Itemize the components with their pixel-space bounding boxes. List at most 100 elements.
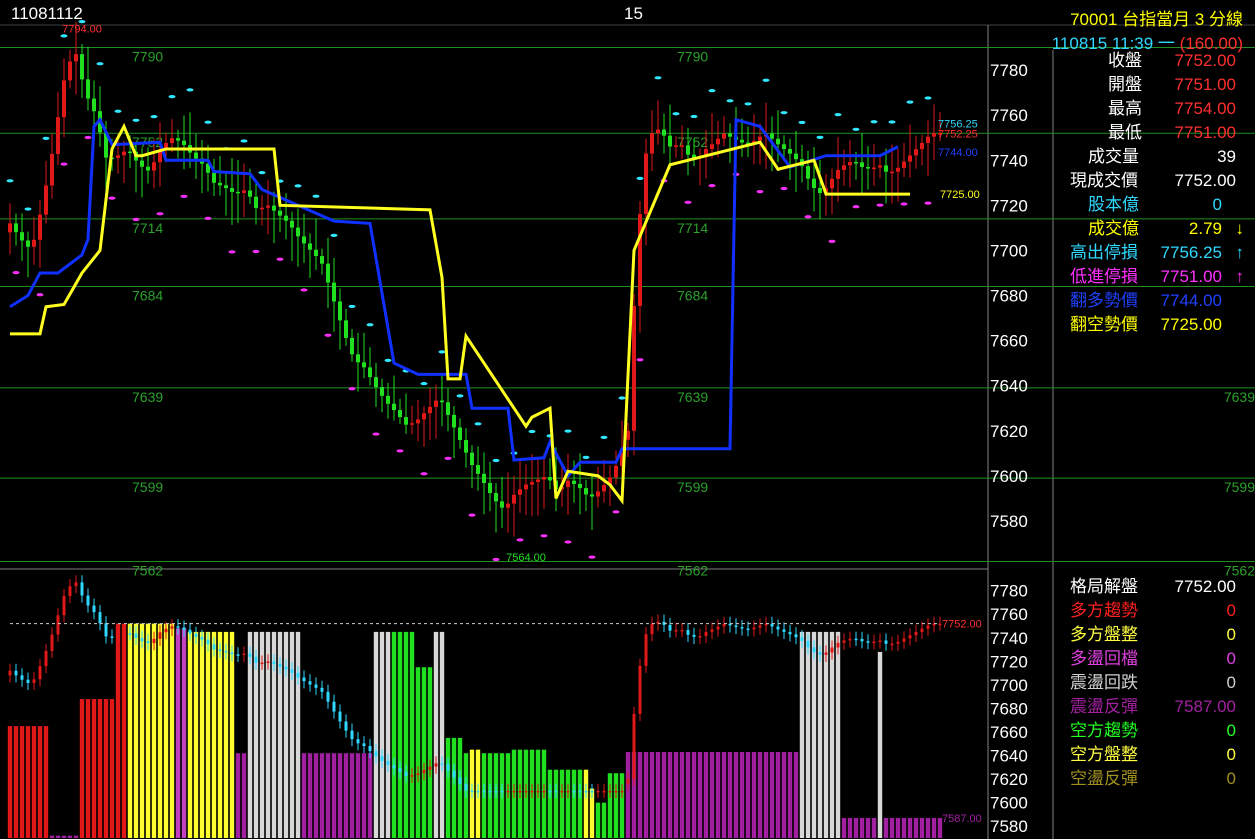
stop-high-marker (564, 429, 572, 433)
level-label: 7639 (1224, 389, 1255, 405)
mini-candle-body (344, 721, 348, 731)
pattern_panel-label: 空方盤整 (1070, 745, 1138, 764)
mini-candle-body (848, 638, 852, 641)
pattern-bar (769, 752, 775, 838)
pattern-bar (547, 769, 553, 838)
pattern-bar (13, 726, 19, 838)
mini-candle-body (236, 654, 240, 656)
mini-candle-body (674, 629, 678, 632)
pattern-bar (877, 651, 883, 838)
mini-candle-body (296, 672, 300, 678)
pattern-bar (613, 773, 619, 838)
pattern-bar (223, 631, 229, 838)
mini-candle-body (302, 677, 306, 682)
candle-body (836, 169, 840, 179)
quote_panel-row: 成交億 2.79 ↓ (1058, 218, 1248, 240)
quote_panel-row: 最高 7754.00 (1058, 98, 1248, 120)
stop-high-marker (600, 435, 608, 439)
candle-body (146, 166, 150, 171)
candle-body (314, 249, 318, 257)
stop-high-marker (24, 207, 32, 211)
level-label: 7714 (132, 220, 163, 236)
quote_panel-value: 7751.00 (1174, 75, 1236, 94)
y-tick-label: 7720 (990, 196, 1028, 215)
pattern-bar (907, 817, 913, 838)
mini-candle-body (818, 652, 822, 655)
pattern-bar (229, 631, 235, 838)
mini-candle-body (380, 756, 384, 761)
stop-high-marker (852, 127, 860, 131)
pattern-bar (307, 753, 313, 838)
mini-candle-body (470, 790, 474, 793)
pattern-bottom-label: 7587.00 (942, 813, 982, 825)
mini-candle-body (608, 790, 612, 793)
quote_panel-value: 0 (1212, 195, 1222, 214)
stop-high-marker (744, 102, 752, 106)
quote_panel-row: 低進停損 7751.00 ↑ (1058, 266, 1248, 288)
mini-candle-body (434, 763, 438, 767)
stop-low-marker (516, 538, 524, 542)
candle-body (368, 367, 372, 378)
candle-body (242, 190, 246, 194)
quote_panel-label: 收盤 (1108, 51, 1142, 70)
mini-candle-body (518, 790, 522, 793)
quote_panel-row: 股本億 0 (1058, 194, 1248, 216)
pattern-bar (451, 737, 457, 838)
candle-body (32, 239, 36, 247)
candle-body (128, 151, 132, 154)
mini-candle-body (128, 633, 132, 635)
pattern_panel-row: 震盪回跌 0 (1058, 672, 1248, 694)
stop-low-marker (828, 239, 836, 243)
stop-low-marker (780, 186, 788, 191)
stop-high-marker (618, 396, 626, 400)
y-tick-label: 7760 (990, 106, 1028, 125)
candle-body (80, 54, 84, 80)
mini-candle-body (242, 653, 246, 656)
stop-high-marker (96, 62, 104, 66)
mini-candle-body (44, 650, 48, 667)
candle-body (716, 138, 720, 145)
mini-candle-body (38, 666, 42, 680)
pattern-bar (709, 752, 715, 838)
candle-body (338, 301, 342, 321)
candle-body (590, 494, 594, 497)
candle-body (428, 406, 432, 414)
quote_panel-label: 翻空勢價 (1070, 315, 1138, 334)
mini-candle-body (806, 640, 810, 648)
mini-candle-body (896, 641, 900, 644)
candle-body (440, 400, 444, 403)
quote_panel-label: 最低 (1108, 123, 1142, 142)
trend-arrow-icon: ↓ (1235, 219, 1245, 238)
candle-body (578, 483, 582, 489)
trend-arrow-icon: ↑ (1235, 267, 1245, 286)
pattern-bar (235, 753, 241, 838)
mini-candle-body (914, 631, 918, 636)
candle-body (224, 185, 228, 189)
mini-candle-body (428, 766, 432, 770)
pattern-bar (883, 817, 889, 838)
quote_panel-row: 現成交價 7752.00 (1058, 170, 1248, 192)
pattern-bar (433, 631, 439, 838)
candle-body (278, 210, 282, 216)
y-tick-label: 7580 (990, 512, 1028, 531)
high-label: 7794.00 (62, 24, 102, 36)
pattern-bar (127, 623, 133, 838)
pattern_panel-label: 震盪反彈 (1070, 697, 1138, 716)
level-label: 7790 (132, 49, 163, 65)
candle-body (62, 80, 66, 118)
level-label: 7599 (677, 479, 708, 495)
pattern-bar (325, 753, 331, 838)
pattern-bar (67, 835, 73, 838)
stop-high-marker (330, 233, 338, 238)
candle-body (860, 162, 864, 168)
mini-candle-body (680, 629, 684, 632)
mini-candle-body (446, 764, 450, 771)
mini-candle-body (320, 687, 324, 692)
candle-body (758, 136, 762, 141)
pattern_panel-label: 多方盤整 (1070, 625, 1138, 644)
pattern_panel-label: 空盪反彈 (1070, 769, 1138, 788)
mini-candle-body (26, 679, 30, 683)
mini-candle-body (224, 650, 228, 653)
candle-body (302, 236, 306, 244)
mini-candle-body (542, 790, 546, 793)
